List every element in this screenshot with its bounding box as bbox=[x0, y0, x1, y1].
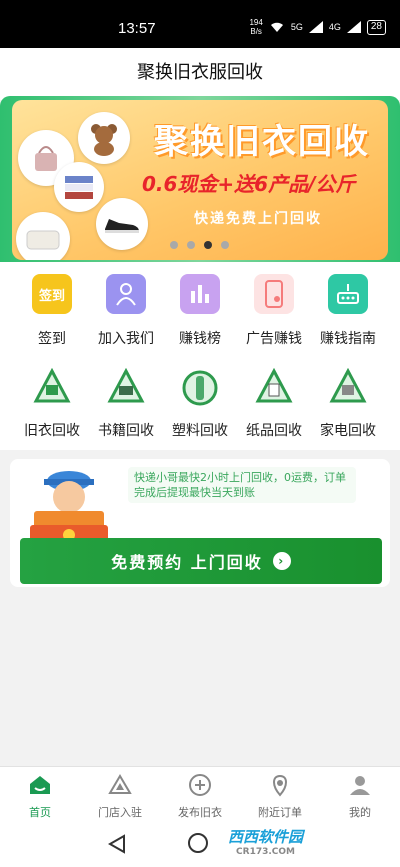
tab-label: 发布旧衣 bbox=[178, 806, 222, 819]
teddy-bear-icon bbox=[78, 112, 130, 164]
carousel-dot[interactable] bbox=[221, 241, 229, 249]
carousel-dot[interactable] bbox=[170, 241, 178, 249]
category-label: 旧衣回收 bbox=[24, 423, 80, 439]
location-pin-icon bbox=[273, 774, 287, 797]
quick-action-label: 签到 bbox=[38, 331, 66, 347]
tab-label: 附近订单 bbox=[258, 806, 302, 819]
battery-icon: 28 bbox=[366, 19, 386, 35]
paper-recycle-icon bbox=[252, 366, 296, 410]
book-pickup-label: 免费预约 上门回收 bbox=[111, 553, 263, 572]
plastic-recycle-icon bbox=[178, 366, 222, 410]
quick-action-guide[interactable]: 赚钱指南 bbox=[308, 274, 388, 348]
tab-post-clothes[interactable]: 发布旧衣 bbox=[160, 767, 240, 822]
home-icon bbox=[30, 776, 50, 794]
category-clothes[interactable]: 旧衣回收 bbox=[12, 366, 92, 440]
signal-icon-2 bbox=[346, 21, 361, 33]
status-time: 13:57 bbox=[118, 20, 156, 37]
signal-icon bbox=[308, 21, 323, 33]
banner-subtitle: 快递免费上门回收 bbox=[194, 211, 322, 227]
phone-ad-icon bbox=[254, 274, 294, 314]
quick-action-label: 广告赚钱 bbox=[246, 331, 302, 347]
pickup-notice: 快递小哥最快2小时上门回收，0运费，订单完成后提现最快当天到账 bbox=[128, 467, 356, 503]
wifi-icon bbox=[270, 22, 283, 32]
carousel-dot-active[interactable] bbox=[204, 241, 212, 249]
sneaker-icon bbox=[96, 198, 148, 250]
banner-promo: 0.6现金+送6产品/公斤 bbox=[142, 172, 356, 196]
status-bar: 13:57 194 B/s 5G 4G 28 bbox=[0, 0, 400, 48]
ranking-bars-icon bbox=[180, 274, 220, 314]
bottom-tab-bar: 首页 门店入驻 发布旧衣 附近订单 我的 bbox=[0, 766, 400, 822]
promo-banner[interactable]: 聚换旧衣回收 0.6现金+送6产品/公斤 快递免费上门回收 bbox=[12, 100, 388, 260]
signal-4g-label: 4G bbox=[328, 22, 341, 32]
signin-calendar-icon: 签到 bbox=[32, 274, 72, 314]
quick-action-label: 赚钱指南 bbox=[320, 331, 376, 347]
appliance-recycle-icon bbox=[326, 366, 370, 410]
tab-label: 首页 bbox=[29, 806, 51, 819]
quick-action-join-us[interactable]: 加入我们 bbox=[86, 274, 166, 348]
category-label: 纸品回收 bbox=[246, 423, 302, 439]
banner-title: 聚换旧衣回收 bbox=[154, 122, 370, 162]
team-icon bbox=[106, 274, 146, 314]
book-recycle-icon bbox=[104, 366, 148, 410]
carousel-dot[interactable] bbox=[187, 241, 195, 249]
quick-action-ranking[interactable]: 赚钱榜 bbox=[160, 274, 240, 348]
system-nav-bar bbox=[0, 822, 400, 867]
category-label: 塑料回收 bbox=[172, 423, 228, 439]
book-pickup-button[interactable]: 免费预约 上门回收 › bbox=[20, 538, 382, 584]
store-icon bbox=[108, 774, 132, 794]
arrow-right-icon: › bbox=[272, 552, 291, 570]
category-appliance[interactable]: 家电回收 bbox=[308, 366, 388, 440]
category-label: 家电回收 bbox=[320, 423, 376, 439]
network-speed: 194 B/s bbox=[249, 18, 263, 36]
quick-action-signin[interactable]: 签到 签到 bbox=[12, 274, 92, 348]
blanket-icon bbox=[16, 212, 70, 260]
quick-action-label: 赚钱榜 bbox=[179, 331, 221, 347]
watermark-domain: CR173.COM bbox=[236, 847, 295, 857]
header: 聚换旧衣服回收 bbox=[0, 48, 400, 100]
pickup-card: 快递小哥最快2小时上门回收，0运费，订单完成后提现最快当天到账 免费预约 上门回… bbox=[10, 459, 390, 587]
folded-clothes-icon bbox=[54, 162, 104, 212]
home-circle-icon[interactable] bbox=[188, 833, 208, 853]
category-paper[interactable]: 纸品回收 bbox=[234, 366, 314, 440]
tab-profile[interactable]: 我的 bbox=[320, 767, 400, 822]
quick-action-ad-earn[interactable]: 广告赚钱 bbox=[234, 274, 314, 348]
category-plastic[interactable]: 塑料回收 bbox=[160, 366, 240, 440]
category-books[interactable]: 书籍回收 bbox=[86, 366, 166, 440]
page-title: 聚换旧衣服回收 bbox=[137, 62, 263, 83]
feature-grid: 签到 签到 加入我们 赚钱榜 广告赚钱 赚钱指南 旧衣回收 书籍回收 塑料回收 … bbox=[0, 262, 400, 450]
back-icon[interactable] bbox=[108, 834, 126, 854]
status-icons: 194 B/s 5G 4G 28 bbox=[249, 18, 386, 36]
tab-label: 我的 bbox=[349, 806, 371, 819]
tab-store-join[interactable]: 门店入驻 bbox=[80, 767, 160, 822]
carousel-indicator[interactable] bbox=[170, 241, 229, 249]
tab-label: 门店入驻 bbox=[98, 806, 142, 819]
clothes-recycle-icon bbox=[30, 366, 74, 410]
guide-icon bbox=[328, 274, 368, 314]
signal-5g-label: 5G bbox=[290, 22, 303, 32]
category-label: 书籍回收 bbox=[98, 423, 154, 439]
add-circle-icon bbox=[189, 774, 211, 796]
quick-action-label: 加入我们 bbox=[98, 331, 154, 347]
profile-icon bbox=[350, 776, 370, 795]
tab-home[interactable]: 首页 bbox=[0, 767, 80, 822]
watermark-brand: 西西软件园 bbox=[228, 828, 304, 846]
watermark: 西西软件园 CR173.COM bbox=[228, 826, 303, 857]
tab-nearby-orders[interactable]: 附近订单 bbox=[240, 767, 320, 822]
